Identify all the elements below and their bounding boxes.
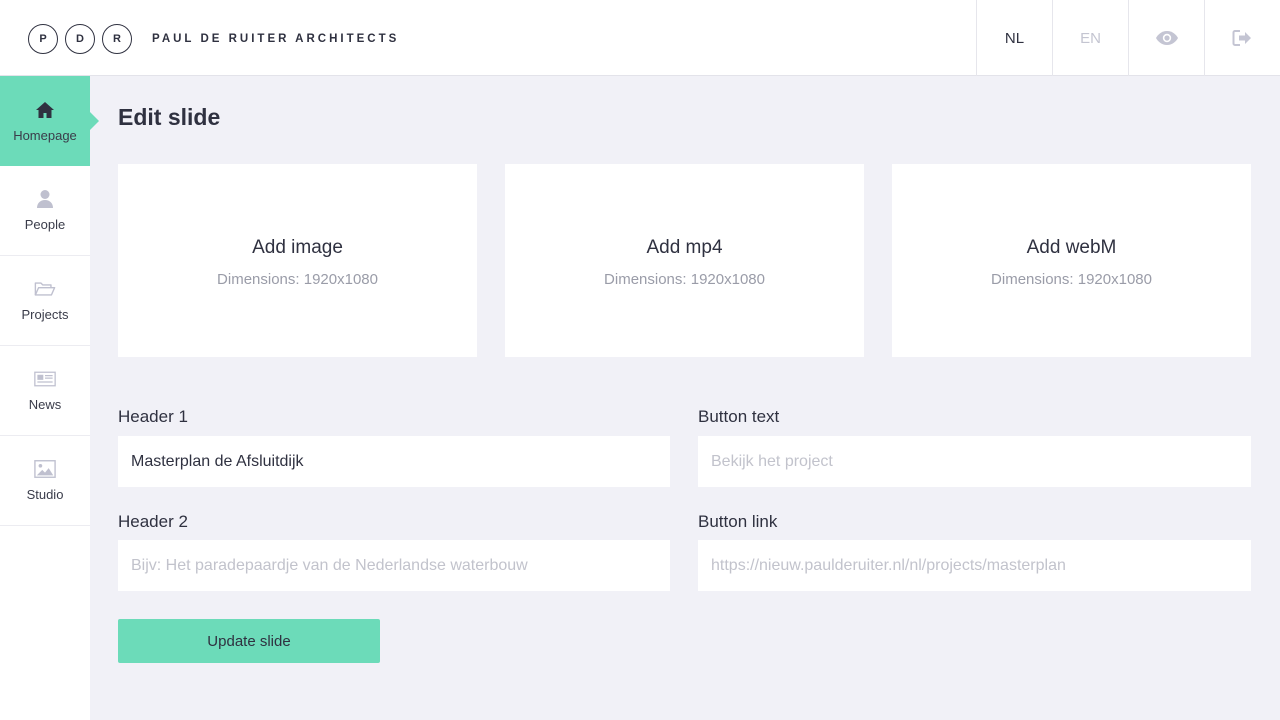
button-link-input[interactable] bbox=[698, 540, 1251, 591]
header2-input[interactable] bbox=[118, 540, 670, 591]
header1-label: Header 1 bbox=[118, 407, 188, 426]
button-text-label: Button text bbox=[698, 407, 780, 426]
add-webm-card[interactable]: Add webM Dimensions: 1920x1080 bbox=[892, 164, 1251, 357]
sidebar-item-label: People bbox=[24, 217, 66, 232]
brand-name: PAUL DE RUITER ARCHITECTS bbox=[152, 33, 400, 45]
user-icon bbox=[34, 189, 56, 209]
home-icon bbox=[34, 100, 56, 120]
page-title: Edit slide bbox=[118, 104, 221, 130]
logout-button[interactable] bbox=[1204, 0, 1280, 76]
upload-dimensions: Dimensions: 1920x1080 bbox=[217, 271, 378, 288]
top-actions: NL EN bbox=[976, 0, 1280, 76]
language-nl-button[interactable]: NL bbox=[976, 0, 1052, 76]
sidebar-item-news[interactable]: News bbox=[0, 346, 90, 436]
logo[interactable]: P D R PAUL DE RUITER ARCHITECTS bbox=[28, 24, 399, 54]
top-bar: P D R PAUL DE RUITER ARCHITECTS NL EN bbox=[0, 0, 1280, 76]
sidebar-item-homepage[interactable]: Homepage bbox=[0, 76, 99, 166]
upload-title: Add webM bbox=[1026, 237, 1117, 258]
sidebar-item-label: News bbox=[28, 397, 62, 412]
logo-circle-d: D bbox=[65, 24, 95, 54]
update-slide-button[interactable]: Update slide bbox=[118, 619, 380, 663]
upload-title: Add mp4 bbox=[646, 237, 723, 258]
upload-dimensions: Dimensions: 1920x1080 bbox=[604, 271, 765, 288]
add-image-card[interactable]: Add image Dimensions: 1920x1080 bbox=[118, 164, 477, 357]
button-link-label: Button link bbox=[698, 512, 778, 531]
sidebar-item-people[interactable]: People bbox=[0, 166, 90, 256]
eye-icon bbox=[1155, 31, 1178, 45]
sidebar: Homepage People Projects News Studio bbox=[0, 76, 99, 720]
logo-circle-r: R bbox=[102, 24, 132, 54]
sign-out-icon bbox=[1232, 30, 1251, 46]
sidebar-item-studio[interactable]: Studio bbox=[0, 436, 90, 526]
button-text-input[interactable] bbox=[698, 436, 1251, 487]
logo-circle-p: P bbox=[28, 24, 58, 54]
image-icon bbox=[34, 459, 56, 479]
upload-dimensions: Dimensions: 1920x1080 bbox=[991, 271, 1152, 288]
add-mp4-card[interactable]: Add mp4 Dimensions: 1920x1080 bbox=[505, 164, 864, 357]
upload-title: Add image bbox=[252, 237, 343, 258]
language-en-button[interactable]: EN bbox=[1052, 0, 1128, 76]
preview-button[interactable] bbox=[1128, 0, 1204, 76]
header2-label: Header 2 bbox=[118, 512, 188, 531]
folder-icon bbox=[34, 279, 56, 299]
sidebar-item-label: Homepage bbox=[13, 127, 77, 143]
sidebar-item-label: Projects bbox=[21, 307, 69, 322]
sidebar-item-projects[interactable]: Projects bbox=[0, 256, 90, 346]
sidebar-item-label: Studio bbox=[26, 487, 64, 502]
newspaper-icon bbox=[34, 369, 56, 389]
header1-input[interactable] bbox=[118, 436, 670, 487]
